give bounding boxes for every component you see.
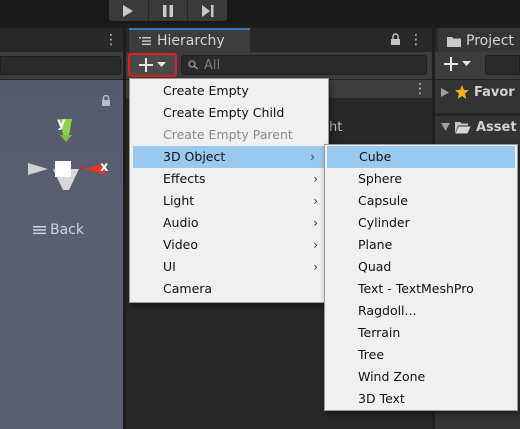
tab-project[interactable]: Project [438,28,520,52]
submenu-item-sphere[interactable]: Sphere [325,168,517,190]
hierarchy-title: Hierarchy [157,33,225,49]
menu-item-ui[interactable]: UI › [130,256,328,278]
submenu-item-quad[interactable]: Quad [325,256,517,278]
project-create-button[interactable] [444,57,471,71]
step-button[interactable] [188,0,227,21]
menu-item-audio[interactable]: Audio › [130,212,328,234]
search-placeholder: All [204,57,221,73]
view-back-toggle[interactable]: Back [33,222,84,238]
tab-hierarchy[interactable]: Hierarchy [129,28,250,52]
submenu-arrow-icon: › [313,238,318,252]
create-add-button[interactable] [128,53,177,77]
scene-search-field[interactable] [0,56,121,75]
step-icon [201,4,214,17]
plus-icon [444,57,458,71]
main-toolbar [0,0,520,24]
submenu-arrow-icon: › [313,194,318,208]
project-search-field[interactable] [485,55,520,75]
play-controls [109,0,227,21]
menu-item-video[interactable]: Video › [130,234,328,256]
submenu-arrow-icon: › [313,216,318,230]
hierarchy-toolbar: All [126,52,432,80]
folder-icon [447,37,461,47]
submenu-item-tree[interactable]: Tree [325,344,517,366]
star-icon [455,85,469,99]
play-button[interactable] [109,0,149,21]
orientation-gizmo[interactable] [26,114,116,199]
back-label: Back [50,222,84,238]
expand-arrow-icon [441,87,449,97]
assets-row[interactable]: Asset [441,118,520,136]
scene-more-icon[interactable]: ⋮ [104,32,118,48]
chevron-down-icon [157,62,166,67]
lock-icon[interactable] [101,95,111,107]
axis-y-label: y [57,116,66,131]
tree-divider [435,113,520,116]
submenu-arrow-icon: › [313,260,318,274]
scene-panel: ⋮ y x Back [0,28,123,429]
submenu-item-text-textmeshpro[interactable]: Text - TextMeshPro [325,278,517,300]
project-toolbar [435,52,520,80]
submenu-arrow-icon: › [310,150,315,164]
submenu-item-cube[interactable]: Cube [327,146,515,168]
pause-icon [163,4,173,17]
submenu-arrow-icon: › [313,172,318,186]
open-folder-icon [455,121,471,133]
menu-lines-icon [33,226,46,235]
menu-item-camera[interactable]: Camera [130,278,328,300]
create-menu: Create Empty Create Empty Child Create E… [129,78,329,303]
chevron-down-icon [462,61,471,66]
hierarchy-more-icon[interactable]: ⋮ [409,32,423,48]
menu-item-create-empty-child[interactable]: Create Empty Child [130,102,328,124]
submenu-item-cylinder[interactable]: Cylinder [325,212,517,234]
submenu-item-terrain[interactable]: Terrain [325,322,517,344]
search-icon [188,60,199,70]
scene-viewport[interactable]: y x Back [0,80,123,429]
favorites-label: Favor [474,84,515,100]
submenu-item-ragdoll[interactable]: Ragdoll... [325,300,517,322]
collapse-arrow-icon [441,123,450,131]
menu-item-light[interactable]: Light › [130,190,328,212]
submenu-item-capsule[interactable]: Capsule [325,190,517,212]
submenu-item-wind-zone[interactable]: Wind Zone [325,366,517,388]
submenu-item-plane[interactable]: Plane [325,234,517,256]
project-title: Project [466,33,514,49]
lock-icon[interactable] [390,33,401,46]
pause-button[interactable] [149,0,189,21]
3d-object-submenu: Cube Sphere Capsule Cylinder Plane Quad … [324,144,518,411]
hierarchy-item-partial[interactable]: ht [329,120,342,135]
play-icon [123,4,134,17]
axis-x-label: x [100,160,109,175]
list-icon [139,37,151,46]
plus-icon [139,58,153,72]
menu-item-3d-object[interactable]: 3D Object › [133,146,325,168]
menu-item-effects[interactable]: Effects › [130,168,328,190]
menu-item-create-empty[interactable]: Create Empty [130,80,328,102]
scene-row-more-icon[interactable]: ⋮ [413,81,427,97]
hierarchy-search-field[interactable]: All [181,55,427,75]
menu-item-create-empty-parent: Create Empty Parent [163,127,293,142]
assets-label: Asset [476,119,517,135]
scene-toolbar [0,52,123,80]
submenu-item-3d-text[interactable]: 3D Text [325,388,517,410]
favorites-row[interactable]: Favor [441,83,520,101]
